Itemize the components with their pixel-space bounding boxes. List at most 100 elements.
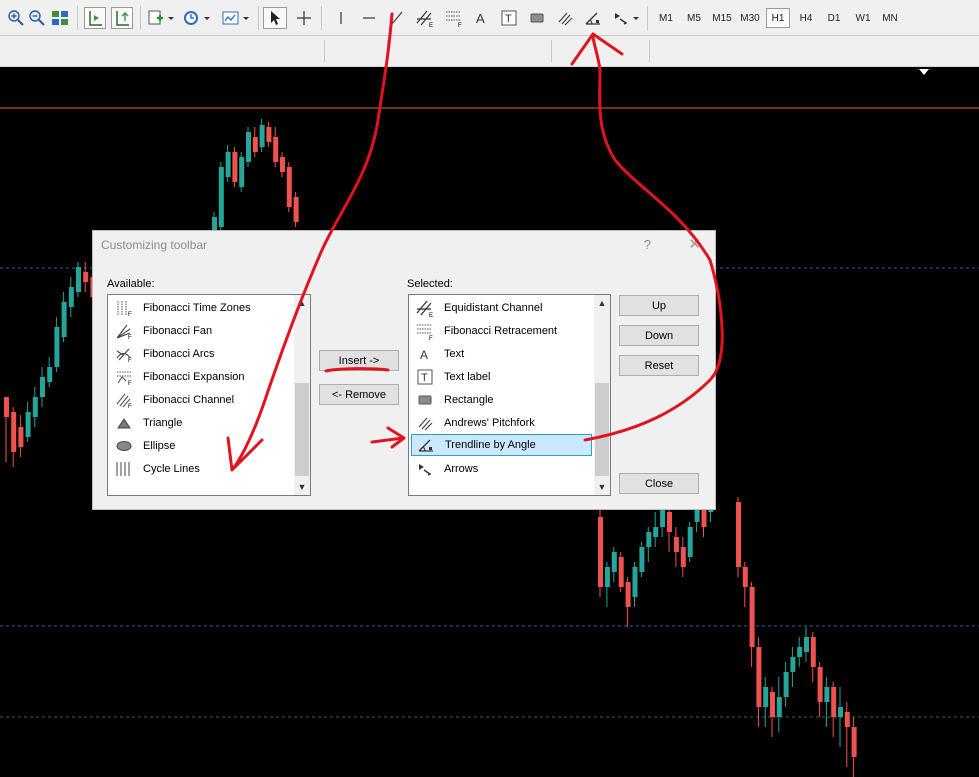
templates-icon[interactable] (221, 7, 251, 29)
close-button[interactable]: Close (619, 473, 699, 494)
rectangle-icon (415, 391, 435, 409)
list-item[interactable]: A Text (411, 343, 592, 365)
text-label-icon: T (415, 368, 435, 386)
new-order-icon[interactable] (147, 7, 175, 29)
fibonacci-arcs-icon: F (114, 345, 134, 363)
timeframe-d1[interactable]: D1 (822, 8, 846, 28)
tile-windows-icon[interactable] (50, 7, 70, 29)
periods-icon[interactable] (182, 7, 212, 29)
candle-body (763, 687, 769, 707)
timeframe-mn[interactable]: MN (877, 8, 903, 28)
reset-button[interactable]: Reset (619, 355, 699, 376)
list-item[interactable]: T Text label (411, 366, 592, 388)
timeframe-m30[interactable]: M30 (736, 8, 764, 28)
candle-body (783, 672, 789, 697)
trend-line-icon[interactable] (386, 7, 408, 29)
available-list[interactable]: F Fibonacci Time Zones F Fibonacci Fan F… (107, 294, 311, 496)
timeframe-m15[interactable]: M15 (708, 8, 736, 28)
scroll-up-icon[interactable]: ▲ (294, 295, 310, 311)
vertical-line-icon[interactable] (330, 7, 352, 29)
list-item[interactable]: Andrews' Pitchfork (411, 412, 592, 434)
insert-button[interactable]: Insert -> (319, 350, 399, 371)
candle-body (68, 287, 74, 307)
available-scrollbar[interactable]: ▲ ▼ (294, 295, 310, 495)
cursor-icon[interactable] (263, 7, 287, 29)
scroll-down-icon[interactable]: ▼ (594, 479, 610, 495)
candle-body (604, 567, 610, 587)
list-item[interactable]: F Fibonacci Fan (110, 320, 292, 342)
list-item-label: Trendline by Angle (445, 439, 536, 451)
timeframe-h1[interactable]: H1 (766, 8, 790, 28)
arrows-icon[interactable] (612, 7, 640, 29)
scrollbar-thumb[interactable] (595, 383, 609, 476)
svg-text:F: F (128, 381, 132, 385)
candle-body (266, 127, 272, 142)
scroll-up-icon[interactable]: ▲ (594, 295, 610, 311)
andrews-pitchfork-icon[interactable] (554, 7, 576, 29)
list-item[interactable]: F Fibonacci Channel (110, 389, 292, 411)
candle-body (25, 412, 31, 437)
candle-body (273, 137, 279, 162)
text-icon[interactable]: A (470, 7, 492, 29)
timeframe-h4[interactable]: H4 (794, 8, 818, 28)
ellipse-icon (114, 437, 134, 455)
timeframe-m1[interactable]: M1 (654, 8, 678, 28)
candle-body (742, 567, 748, 587)
down-button[interactable]: Down (619, 325, 699, 346)
scroll-down-icon[interactable]: ▼ (294, 479, 310, 495)
scrollbar-thumb[interactable] (295, 383, 309, 476)
list-item-label: Fibonacci Arcs (143, 348, 215, 360)
list-item[interactable]: F Fibonacci Retracement (411, 320, 592, 342)
candle-body (790, 657, 796, 672)
candle-body (687, 527, 693, 557)
candle-body (646, 532, 652, 547)
fibonacci-retracement-icon: F (415, 322, 435, 340)
list-item[interactable]: Arrows (411, 458, 592, 480)
customizing-toolbar-dialog: Customizing toolbar ? ✕ Available: Selec… (92, 230, 716, 510)
list-item[interactable]: F Fibonacci Arcs (110, 343, 292, 365)
crosshair-icon[interactable] (293, 7, 315, 29)
candle-body (749, 587, 755, 647)
text-label-icon[interactable]: T (498, 7, 520, 29)
list-item[interactable]: E Equidistant Channel (411, 297, 592, 319)
candle-body (83, 272, 89, 282)
timeframe-w1[interactable]: W1 (850, 8, 876, 28)
candle-body (293, 197, 299, 222)
candle-body (225, 152, 231, 177)
list-item[interactable]: F Fibonacci Time Zones (110, 297, 292, 319)
candle-body (252, 137, 258, 152)
zoom-in-icon[interactable] (6, 7, 26, 29)
equidistant-channel-icon[interactable]: E (413, 7, 437, 29)
rectangle-icon[interactable] (526, 7, 548, 29)
list-item-selected[interactable]: Trendline by Angle (411, 434, 592, 456)
zoom-out-icon[interactable] (27, 7, 47, 29)
trendline-by-angle-icon[interactable] (581, 7, 605, 29)
cycle-lines-icon (114, 460, 134, 478)
candle-body (770, 692, 775, 717)
list-item[interactable]: Ellipse (110, 435, 292, 457)
fibonacci-retracement-icon[interactable]: F (442, 7, 466, 29)
help-button[interactable]: ? (644, 237, 651, 252)
chart-shift-marker (919, 69, 929, 75)
close-icon[interactable]: ✕ (688, 235, 701, 253)
list-item[interactable]: Rectangle (411, 389, 592, 411)
fibonacci-fan-icon: F (114, 322, 134, 340)
andrews-pitchfork-icon (415, 414, 435, 432)
candle-body (831, 687, 837, 717)
selected-scrollbar[interactable]: ▲ ▼ (594, 295, 610, 495)
timeframe-m5[interactable]: M5 (682, 8, 706, 28)
candle-body (667, 512, 672, 532)
triangle-icon (114, 414, 134, 432)
list-item[interactable]: Triangle (110, 412, 292, 434)
svg-text:F: F (429, 336, 433, 340)
horizontal-line-icon[interactable] (358, 7, 380, 29)
candle-body (618, 557, 624, 587)
candle-body (218, 167, 224, 227)
selected-list[interactable]: E Equidistant Channel F Fibonacci Retrac… (408, 294, 611, 496)
chart-shift-icon[interactable] (111, 7, 133, 29)
list-item[interactable]: F Fibonacci Expansion (110, 366, 292, 388)
auto-scroll-icon[interactable] (84, 7, 106, 29)
remove-button[interactable]: <- Remove (319, 384, 399, 405)
list-item[interactable]: Cycle Lines (110, 458, 292, 480)
up-button[interactable]: Up (619, 295, 699, 316)
